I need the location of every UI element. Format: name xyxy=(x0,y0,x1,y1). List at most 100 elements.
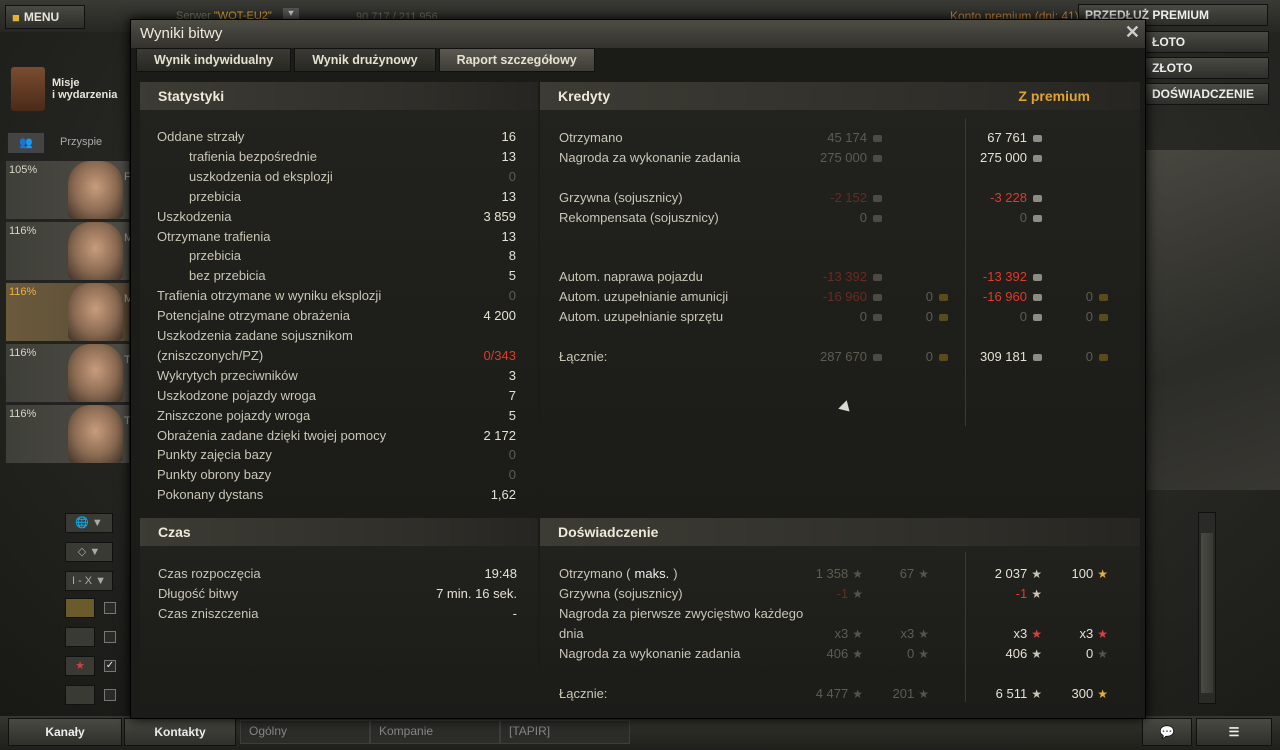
contacts-button[interactable]: Kontakty xyxy=(124,718,236,746)
crew-member[interactable]: 105% F xyxy=(5,160,131,220)
stat-label: Zniszczone pojazdy wroga xyxy=(157,407,311,423)
rent-filter-checkbox[interactable] xyxy=(104,689,116,701)
xp-star-icon: ★ xyxy=(1097,627,1108,641)
credit-amount: 275 000 xyxy=(980,149,1027,165)
credits-icon xyxy=(873,353,882,361)
gold-value-premium: 0 xyxy=(1086,309,1108,324)
stat-label: przebicia xyxy=(189,248,242,264)
missions-button[interactable]: Misje i wydarzenia xyxy=(10,62,128,116)
xp-value: -1 ★ xyxy=(1016,586,1042,601)
nation-filter[interactable]: 🌐 ▼ xyxy=(65,513,113,533)
gold-value-base: 0 xyxy=(926,349,948,364)
xp-label-text: Grzywna (sojusznicy) xyxy=(559,586,683,601)
xp-value: 67 ★ xyxy=(900,566,929,581)
crew-portrait xyxy=(68,405,123,463)
gold-icon xyxy=(939,353,948,361)
column-divider xyxy=(965,552,966,702)
menu-button[interactable]: ■ MENU xyxy=(5,5,85,29)
stat-value: 2 172 xyxy=(483,427,516,443)
tab-detailed-report[interactable]: Raport szczegółowy xyxy=(438,48,595,72)
gold-value-base: 0 xyxy=(926,289,948,304)
xp-header: Doświadczenie xyxy=(540,518,1140,546)
xp-value: 2 037 ★ xyxy=(995,566,1042,581)
star-filter-icon[interactable]: ★ xyxy=(65,656,95,676)
credit-label: Rekompensata (sojusznicy) xyxy=(559,209,719,225)
window-title: Wyniki bitwy xyxy=(140,25,223,42)
credit-value-base: 0 xyxy=(860,309,882,324)
exchange-gold-button[interactable]: ZŁOTO xyxy=(1145,57,1269,79)
xp-label-close: ) xyxy=(673,566,678,581)
stat-value: 0 xyxy=(508,168,516,184)
xp-star-icon: ★ xyxy=(852,587,863,601)
xp-star-icon: ★ xyxy=(1097,647,1108,661)
xp-value: 406 ★ xyxy=(827,646,863,661)
stat-value: 5 xyxy=(508,268,516,284)
tier-filter[interactable]: I - X ▼ xyxy=(65,571,113,591)
xp-value: 100 ★ xyxy=(1072,566,1108,581)
gold-amount: 0 xyxy=(1085,348,1093,364)
xp-value: 300 ★ xyxy=(1072,686,1108,701)
crew-member[interactable]: 116% T xyxy=(5,343,131,403)
xp-label: Łącznie: xyxy=(559,686,607,701)
premium-filter-icon[interactable] xyxy=(65,598,95,618)
credit-value-premium: 0 xyxy=(1020,210,1042,225)
credits-icon xyxy=(1033,314,1042,322)
crew-member[interactable]: 116% M xyxy=(5,282,133,342)
xp-value: 406 ★ xyxy=(1006,646,1042,661)
xp-star-icon: ★ xyxy=(1031,647,1042,661)
stat-label: trafienia bezpośrednie xyxy=(189,148,317,164)
credit-amount: -13 392 xyxy=(982,269,1027,285)
xp-amount: -1 xyxy=(1015,586,1028,601)
stat-label: Punkty zajęcia bazy xyxy=(157,447,272,463)
credit-amount: -2 152 xyxy=(830,189,867,205)
buy-gold-button[interactable]: ŁOTO xyxy=(1145,31,1269,53)
scrollbar-thumb[interactable] xyxy=(1201,533,1213,693)
crew-member[interactable]: 116% M xyxy=(5,221,133,281)
crew-member[interactable]: 116% T xyxy=(5,404,131,464)
credit-value-base: 275 000 xyxy=(820,150,882,165)
time-label: Czas rozpoczęcia xyxy=(158,566,261,581)
stat-label: (zniszczonych/PZ) xyxy=(157,347,264,363)
menu-icon: ■ xyxy=(12,9,20,25)
stat-value: 8 xyxy=(508,248,516,264)
credit-value-premium: 309 181 xyxy=(980,349,1042,364)
xp-amount: 0 xyxy=(907,646,915,661)
xp-star-icon: ★ xyxy=(1031,567,1042,581)
chat-icon[interactable]: 💬 xyxy=(1142,718,1192,746)
tab-clan-chat[interactable]: [TAPIR] xyxy=(500,720,630,744)
type-filter[interactable]: ◇ ▼ xyxy=(65,542,113,562)
time-value: 7 min. 16 sek. xyxy=(436,586,517,601)
xp-label: dnia xyxy=(559,626,584,641)
credit-value-base: 287 670 xyxy=(820,349,882,364)
tab-company-chat[interactable]: Kompanie xyxy=(370,720,500,744)
credit-label: Autom. uzupełnianie amunicji xyxy=(559,289,729,305)
crew-toggle-button[interactable]: 👥 xyxy=(7,132,45,154)
crew-portrait xyxy=(68,283,123,341)
tab-individual[interactable]: Wynik indywidualny xyxy=(136,48,292,72)
rent-filter-icon[interactable] xyxy=(65,685,95,705)
stat-value: 4 200 xyxy=(483,308,516,324)
star-filter-checkbox[interactable]: ✓ xyxy=(104,660,116,672)
free-xp-button[interactable]: DOŚWIADCZENIE xyxy=(1145,83,1269,105)
stats-panel: Statystyki Oddane strzały 16 trafienia bez… xyxy=(140,82,538,512)
stat-label: Obrażenia zadane dzięki twojej pomocy xyxy=(157,427,387,443)
premium-filter-checkbox[interactable] xyxy=(104,602,116,614)
tab-team[interactable]: Wynik drużynowy xyxy=(294,48,436,72)
time-label: Długość bitwy xyxy=(158,586,239,601)
close-icon[interactable]: ✕ xyxy=(1125,22,1140,43)
stat-label: Punkty obrony bazy xyxy=(157,467,272,483)
channels-button[interactable]: Kanały xyxy=(8,718,122,746)
gold-filter-checkbox[interactable] xyxy=(104,631,116,643)
stat-value: 3 xyxy=(508,367,516,383)
credits-icon xyxy=(1033,214,1042,222)
credits-panel: Kredyty Z premium Otrzymano 45 174 67 761 Na… xyxy=(540,82,1140,512)
xp-amount: 4 477 xyxy=(815,686,849,701)
tab-general-chat[interactable]: Ogólny xyxy=(240,720,370,744)
service-channel-icon[interactable]: ☰ xyxy=(1196,718,1272,746)
stat-label: Trafienia otrzymane w wyniku eksplozji xyxy=(157,288,382,304)
time-label: Czas zniszczenia xyxy=(158,606,259,621)
window-header[interactable]: Wyniki bitwy ✕ xyxy=(131,20,1145,48)
xp-star-icon: ★ xyxy=(918,627,929,641)
gold-filter-icon[interactable] xyxy=(65,627,95,647)
carousel-scrollbar[interactable] xyxy=(1198,512,1216,704)
